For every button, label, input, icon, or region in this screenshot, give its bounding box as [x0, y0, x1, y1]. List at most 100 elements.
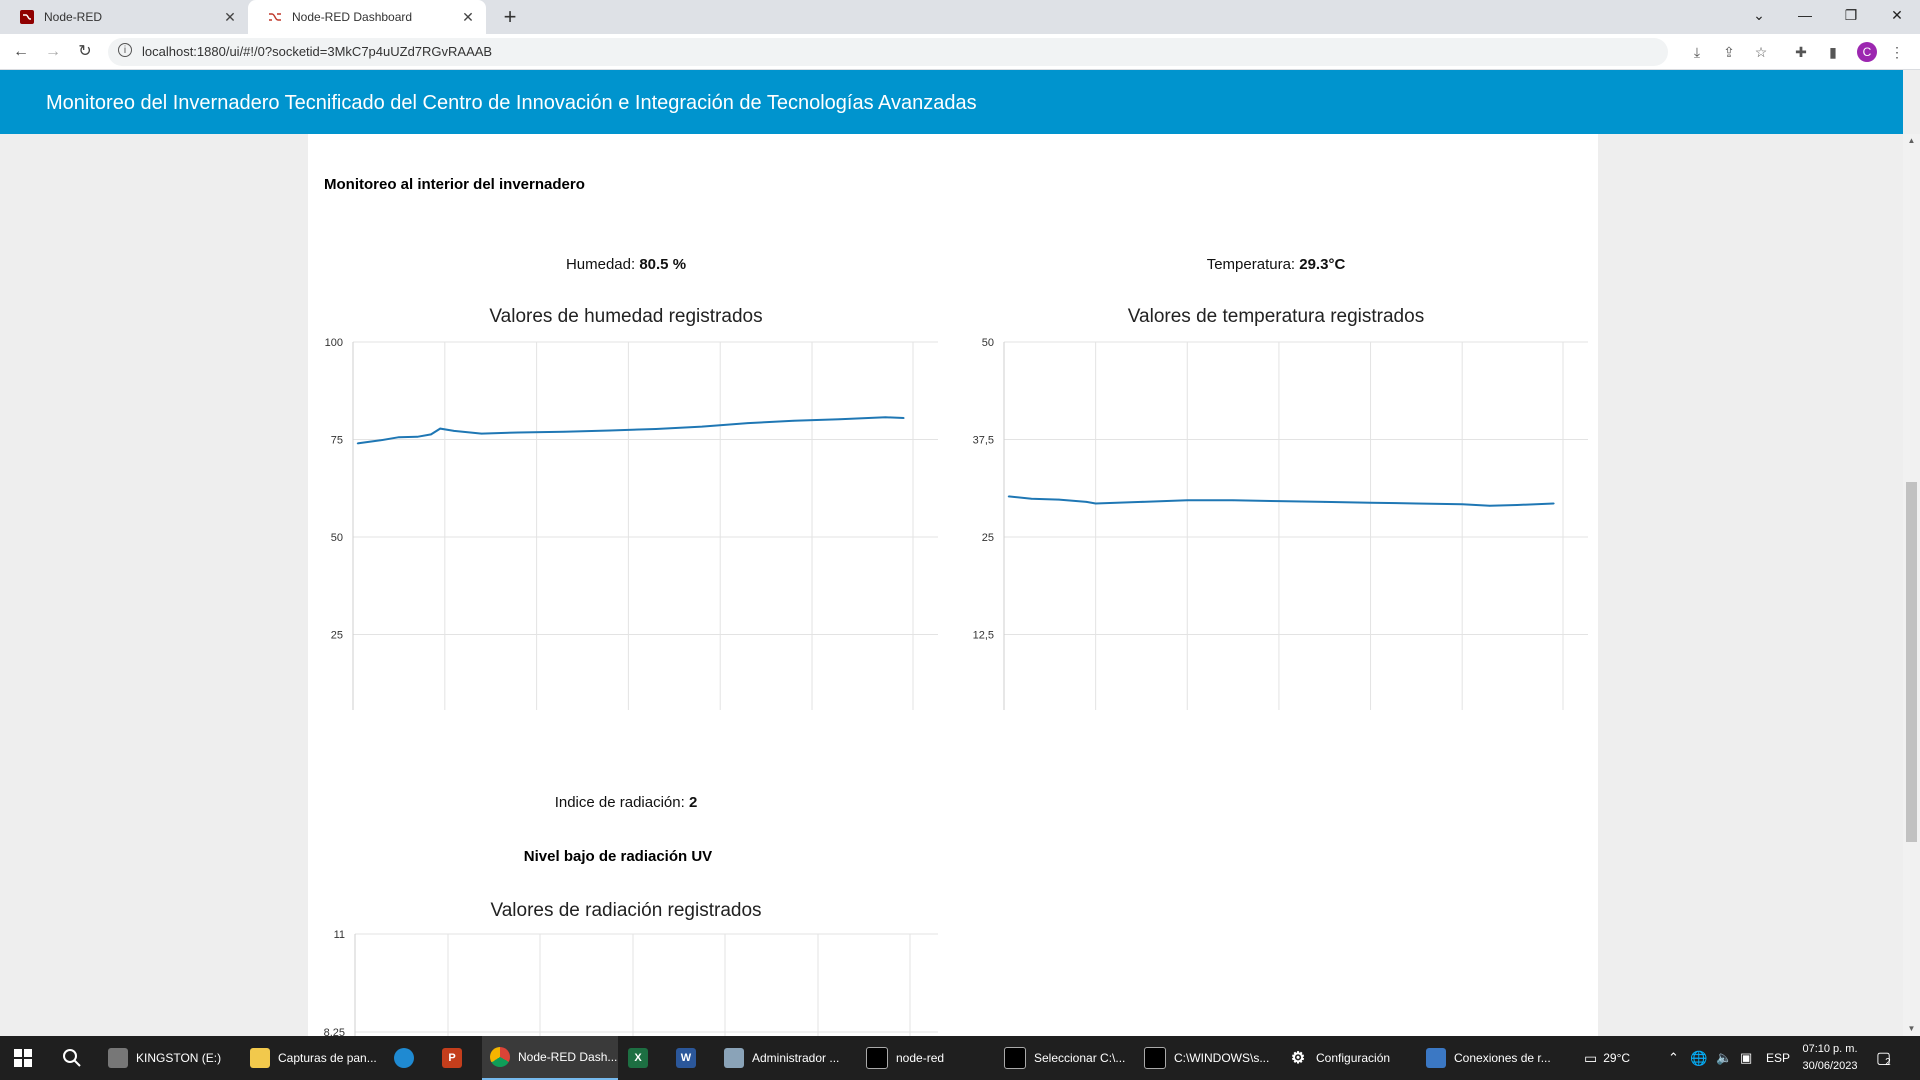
- data-point: [884, 416, 887, 419]
- tab-node-red[interactable]: Node-RED ✕: [0, 0, 248, 34]
- chrome-icon: [490, 1047, 510, 1067]
- taskbar-item-conexiones[interactable]: Conexiones de r...: [1418, 1036, 1558, 1080]
- taskbar-item-node-red[interactable]: node-red: [858, 1036, 998, 1080]
- y-tick-label: 37,5: [973, 435, 994, 447]
- close-tab-icon[interactable]: ✕: [222, 9, 238, 26]
- taskbar-item-label: node-red: [896, 1051, 945, 1065]
- folder-icon: [250, 1048, 270, 1068]
- tab-label: Node-RED: [44, 10, 103, 24]
- scroll-up-arrow-icon[interactable]: ▲: [1903, 134, 1920, 148]
- clock-time: 07:10 p. m.: [1802, 1043, 1858, 1055]
- volume-icon[interactable]: 🔈: [1716, 1036, 1732, 1080]
- browser-menu-icon[interactable]: ⋮: [1888, 43, 1906, 61]
- data-point: [1278, 500, 1280, 502]
- site-info-icon[interactable]: i: [118, 43, 132, 57]
- windows-start-icon[interactable]: [14, 1049, 32, 1067]
- taskbar-item-edge[interactable]: [386, 1036, 432, 1080]
- address-bar[interactable]: i localhost:1880/ui/#!/0?socketid=3MkC7p…: [108, 38, 1668, 66]
- taskbar-item-configuracion[interactable]: ⚙ Configuración: [1280, 1036, 1420, 1080]
- system-clock[interactable]: 07:10 p. m. 30/06/2023: [1796, 1041, 1864, 1075]
- share-icon[interactable]: ⇪: [1720, 43, 1738, 61]
- network-globe-icon[interactable]: 🌐: [1690, 1036, 1707, 1080]
- radiation-chart: 118,25: [324, 929, 938, 1036]
- scroll-down-arrow-icon[interactable]: ▼: [1903, 1022, 1920, 1036]
- windows-taskbar: KINGSTON (E:) Capturas de pan... P Node-…: [0, 1036, 1920, 1080]
- minimize-button[interactable]: —: [1782, 0, 1828, 30]
- data-point: [453, 430, 455, 432]
- side-panel-icon[interactable]: ▮: [1824, 43, 1842, 61]
- back-arrow-icon[interactable]: ←: [10, 41, 32, 63]
- url-text[interactable]: localhost:1880/ui/#!/0?socketid=3MkC7p4u…: [142, 44, 492, 59]
- data-point: [746, 422, 749, 424]
- reload-icon[interactable]: ↻: [74, 41, 96, 63]
- taskbar-item-label: Administrador ...: [752, 1051, 840, 1065]
- node-red-favicon-icon: [20, 10, 34, 24]
- taskbar-item-kingston[interactable]: KINGSTON (E:): [100, 1036, 240, 1080]
- tab-label: Node-RED Dashboard: [292, 10, 413, 24]
- forward-arrow-icon[interactable]: →: [42, 41, 64, 63]
- taskbar-item-chrome[interactable]: Node-RED Dash...: [482, 1036, 618, 1080]
- data-point: [1516, 504, 1518, 506]
- temperature-chart: 18:10:0018:20:0018:30:0018:40:0018:50:00…: [973, 337, 1588, 710]
- taskbar-item-cmd[interactable]: C:\WINDOWS\s...: [1136, 1036, 1276, 1080]
- data-point: [1186, 499, 1189, 502]
- taskbar-item-powerpoint[interactable]: P: [434, 1036, 480, 1080]
- temperature-chart-title: Valores de temperatura registrados: [1127, 306, 1425, 327]
- close-tab-icon[interactable]: ✕: [460, 9, 476, 26]
- network-connections-icon: [1426, 1048, 1446, 1068]
- data-point: [655, 428, 657, 430]
- data-point: [416, 435, 419, 438]
- temperature-value: 29.3°C: [1299, 256, 1346, 273]
- extensions-puzzle-icon[interactable]: ✚: [1792, 43, 1810, 61]
- taskbar-item-label: Node-RED Dash...: [518, 1050, 618, 1064]
- radiation-label: Indice de radiación:: [554, 794, 689, 811]
- taskbar-item-word[interactable]: W: [668, 1036, 714, 1080]
- page-scrollbar[interactable]: ▲ ▼: [1903, 134, 1920, 1036]
- browser-toolbar: ← → ↻ i localhost:1880/ui/#!/0?socketid=…: [0, 34, 1920, 70]
- restore-button[interactable]: ❐: [1828, 0, 1874, 30]
- data-point: [1488, 505, 1491, 507]
- data-point: [517, 431, 520, 434]
- tab-search-chevron-icon[interactable]: ⌄: [1736, 0, 1782, 30]
- bookmark-star-icon[interactable]: ☆: [1752, 43, 1770, 61]
- show-hidden-icons-chevron-icon[interactable]: ⌃: [1668, 1036, 1679, 1080]
- notifications-button[interactable]: ▢ 2: [1876, 1036, 1891, 1080]
- humidity-chart: 18:10:0018:20:0018:30:0018:40:0018:50:00…: [325, 337, 938, 710]
- y-tick-label: 25: [331, 630, 343, 642]
- taskbar-item-label: Seleccionar C:\...: [1034, 1051, 1126, 1065]
- page-title: Monitoreo del Invernadero Tecnificado de…: [46, 92, 977, 114]
- taskbar-item-seleccionar[interactable]: Seleccionar C:\...: [996, 1036, 1136, 1080]
- taskbar-item-excel[interactable]: X: [620, 1036, 666, 1080]
- taskbar-item-capturas[interactable]: Capturas de pan...: [242, 1036, 382, 1080]
- install-app-icon[interactable]: ⤓: [1688, 43, 1706, 61]
- radiation-value: 2: [688, 794, 698, 811]
- weather-temperature: 29°C: [1603, 1051, 1631, 1065]
- tab-node-red-dashboard[interactable]: Node-RED Dashboard ✕: [248, 0, 486, 34]
- uv-level-text: Nivel bajo de radiación UV: [523, 848, 713, 865]
- group-title: Monitoreo al interior del invernadero: [324, 176, 585, 193]
- data-point: [379, 439, 382, 442]
- data-point: [1553, 502, 1555, 505]
- new-tab-button[interactable]: +: [498, 4, 522, 30]
- taskbar-item-administrador[interactable]: Administrador ...: [716, 1036, 856, 1080]
- dashboard-content: Monitoreo al interior del invernadero Hu…: [0, 134, 1903, 1036]
- close-window-button[interactable]: ✕: [1874, 0, 1920, 30]
- weather-widget[interactable]: ▭ 29°C: [1584, 1036, 1630, 1080]
- data-point: [398, 436, 400, 438]
- profile-avatar[interactable]: C: [1857, 42, 1877, 62]
- data-point: [1232, 499, 1234, 502]
- data-point: [1369, 501, 1372, 504]
- weather-icon: ▭: [1584, 1049, 1598, 1066]
- language-indicator[interactable]: ESP: [1766, 1036, 1790, 1080]
- display-icon[interactable]: ▣: [1740, 1036, 1752, 1080]
- taskbar-item-label: C:\WINDOWS\s...: [1174, 1051, 1270, 1065]
- y-tick-label: 50: [331, 532, 343, 544]
- y-tick-label: 8,25: [324, 1027, 345, 1036]
- dashboard-header: Monitoreo del Invernadero Tecnificado de…: [0, 70, 1903, 134]
- excel-icon: X: [628, 1048, 648, 1068]
- search-icon[interactable]: [62, 1048, 82, 1068]
- data-point: [838, 418, 841, 421]
- node-red-dashboard-favicon-icon: [269, 13, 281, 21]
- scrollbar-thumb[interactable]: [1906, 482, 1917, 842]
- taskbar-item-label: KINGSTON (E:): [136, 1051, 222, 1065]
